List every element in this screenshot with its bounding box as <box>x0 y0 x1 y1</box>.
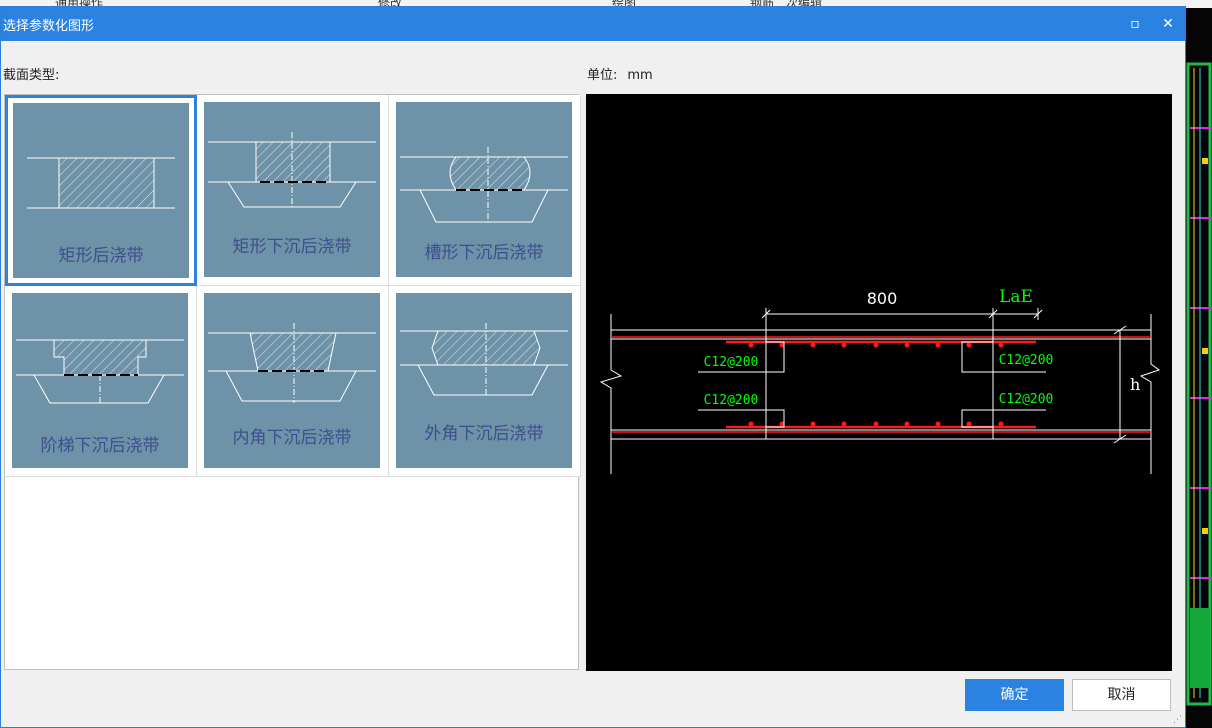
shape-tile: 内角下沉后浇带 <box>204 293 380 468</box>
background-drawing <box>1186 62 1212 706</box>
shape-rect-sunken-post-pour[interactable]: 矩形下沉后浇带 <box>197 95 389 286</box>
shape-label: 矩形后浇带 <box>58 246 144 266</box>
background-cad-canvas <box>1186 8 1212 728</box>
rebar-bottom-left-text: C12@200 <box>704 393 759 408</box>
shape-label: 矩形下沉后浇带 <box>232 237 352 257</box>
shape-label: 阶梯下沉后浇带 <box>40 436 160 456</box>
shape-channel-sunken-post-pour[interactable]: 槽形下沉后浇带 <box>389 95 581 286</box>
shape-preview-canvas: 800 LaE C12@200 C12@200 C12@200 C12@200 … <box>586 94 1172 671</box>
shape-outer-corner-sunken-post-pour[interactable]: 外角下沉后浇带 <box>389 286 581 477</box>
resize-grip-icon[interactable]: ⋰ <box>1173 715 1182 725</box>
maximize-icon[interactable]: ▫ <box>1123 13 1147 35</box>
close-icon[interactable]: ✕ <box>1156 13 1180 35</box>
rebar-top-left-text: C12@200 <box>704 355 759 370</box>
shape-tile: 矩形下沉后浇带 <box>204 102 380 277</box>
shape-rect-post-pour[interactable]: 矩形后浇带 <box>5 95 197 286</box>
shape-tile: 外角下沉后浇带 <box>396 293 572 468</box>
dimension-lae-text: LaE <box>999 287 1033 307</box>
rebar-top-right-text: C12@200 <box>999 353 1054 368</box>
ok-button[interactable]: 确定 <box>965 679 1064 711</box>
unit-label: 单位: mm <box>587 64 653 83</box>
shape-label: 外角下沉后浇带 <box>424 424 544 444</box>
shape-label: 内角下沉后浇带 <box>232 428 352 448</box>
parametric-shape-dialog: 选择参数化图形 ▫ ✕ 截面类型: 单位: mm 矩形后浇带 矩形下沉后浇带 槽… <box>0 6 1186 728</box>
height-label-text: h <box>1130 375 1140 394</box>
shape-stepped-sunken-post-pour[interactable]: 阶梯下沉后浇带 <box>5 286 197 477</box>
shape-tile: 矩形后浇带 <box>13 103 189 278</box>
shape-grid: 矩形后浇带 矩形下沉后浇带 槽形下沉后浇带 阶梯下沉后浇带 内角下沉后浇带 外角… <box>4 94 581 670</box>
dialog-titlebar[interactable]: 选择参数化图形 ▫ ✕ <box>1 7 1185 41</box>
unit-label-text: 单位: <box>587 68 618 83</box>
post-pour-section-drawing: 800 LaE C12@200 C12@200 C12@200 C12@200 … <box>599 287 1161 474</box>
shape-tile: 阶梯下沉后浇带 <box>12 293 188 468</box>
unit-value: mm <box>627 68 653 83</box>
shape-tile: 槽形下沉后浇带 <box>396 102 572 277</box>
shape-inner-corner-sunken-post-pour[interactable]: 内角下沉后浇带 <box>197 286 389 477</box>
section-type-label: 截面类型: <box>3 68 60 83</box>
dialog-title: 选择参数化图形 <box>3 19 95 34</box>
cancel-button[interactable]: 取消 <box>1072 679 1171 711</box>
shape-label: 槽形下沉后浇带 <box>424 243 544 263</box>
dimension-width-text: 800 <box>867 289 898 308</box>
rebar-bottom-right-text: C12@200 <box>999 392 1054 407</box>
